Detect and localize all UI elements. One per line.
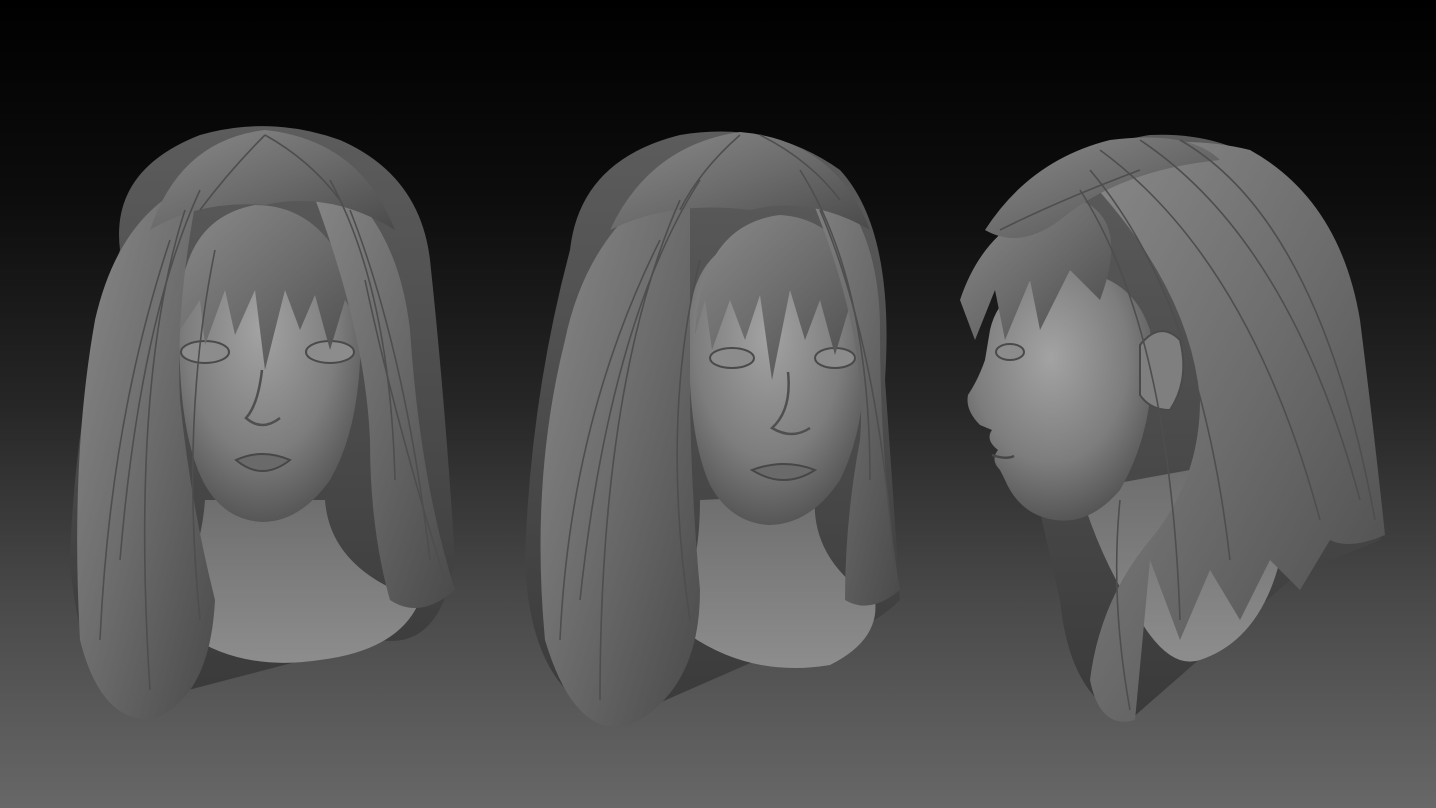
ear: [1139, 330, 1185, 412]
front-view-head: [70, 126, 455, 720]
left-eye: [709, 347, 755, 369]
viewport: [0, 0, 1436, 808]
side-view-head: [960, 134, 1385, 722]
eye: [995, 343, 1025, 361]
three-quarter-view-head: [525, 131, 900, 727]
left-hair-side: [540, 170, 700, 727]
render-canvas: [70, 126, 1385, 727]
